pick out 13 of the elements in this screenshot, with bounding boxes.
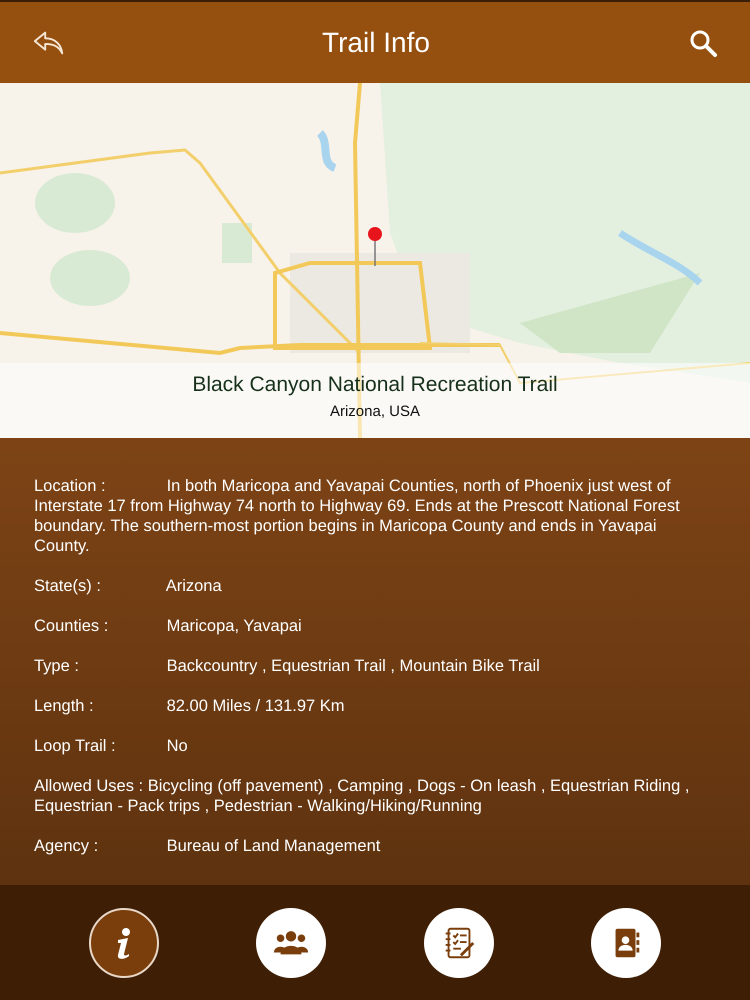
detail-row-text: Location : In both Maricopa and Yavapai Counties, north of Phoenix just west of Interstate 17 from Highway 74 north to Highway 69. Ends at the Prescott National Forest boundary. The southern-most portion begins in Maricopa County and ends in Yavapai County.: [34, 476, 681, 556]
detail-row-text: Counties : Maricopa, Yavapai: [34, 616, 303, 636]
detail-row-text: Agency : Bureau of Land Management: [34, 836, 382, 856]
detail-row-text: Loop Trail : No: [34, 736, 189, 756]
map-view[interactable]: Black Canyon National Recreation Trail Arizona, USA: [0, 83, 750, 438]
detail-row-text: Allowed Uses : Bicycling (off pavement) , Camping , Dogs - On leash , Equestrian Riding , Equestrian - Pack trips , Pedestrian - Walking/Hiking/Running: [34, 776, 690, 816]
screen-title: Trail Info: [322, 26, 430, 58]
trail-name: Black Canyon National Recreation Trail: [192, 373, 558, 397]
detail-row-text: State(s) : Arizona: [34, 576, 223, 596]
info-icon: [117, 926, 130, 958]
trail-region: Arizona, USA: [330, 403, 420, 420]
detail-row-text: Length : 82.00 Miles / 131.97 Km: [34, 696, 346, 716]
detail-row-text: Type : Backcountry , Equestrian Trail , Mountain Bike Trail: [34, 656, 541, 676]
